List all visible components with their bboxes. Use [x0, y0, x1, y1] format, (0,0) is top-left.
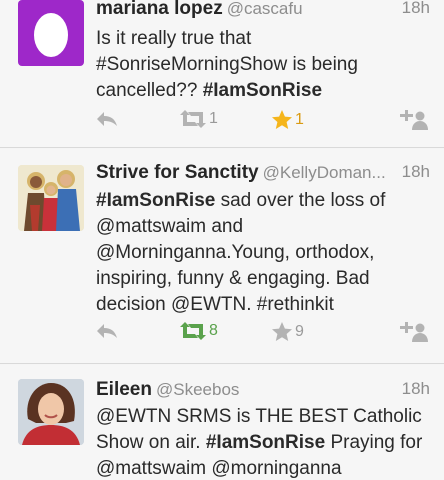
follow-button[interactable]	[400, 322, 428, 342]
timestamp: 18h	[401, 379, 430, 398]
reply-icon	[97, 112, 117, 126]
retweet-button[interactable]: 1	[180, 110, 218, 128]
retweet-icon	[180, 322, 206, 340]
hashtag[interactable]: #IamSonRise	[206, 432, 325, 453]
favorite-button[interactable]: 1	[272, 110, 304, 130]
tweet-text: Is it really true that #SonriseMorningSh…	[96, 28, 358, 101]
user-handle: @Skeebos	[155, 380, 240, 399]
retweet-count: 1	[209, 110, 218, 127]
tweet-1[interactable]: mariana lopez @cascafu 18h Is it really t…	[0, 0, 444, 148]
favorite-count: 9	[295, 323, 304, 340]
favorite-button[interactable]: 9	[272, 322, 304, 342]
add-user-icon	[400, 110, 428, 130]
reply-icon	[97, 324, 117, 338]
reply-button[interactable]	[96, 322, 118, 340]
reply-button[interactable]	[96, 110, 118, 128]
user-handle: @cascafu	[226, 0, 303, 18]
avatar[interactable]	[18, 0, 84, 66]
timestamp: 18h	[401, 0, 430, 17]
tweet-3[interactable]: Eileen @Skeebos 18h @EWTN SRMS is THE BES…	[0, 365, 444, 480]
retweet-count: 8	[209, 322, 218, 339]
timestamp: 18h	[401, 162, 430, 181]
star-icon	[272, 110, 292, 129]
star-icon	[272, 322, 292, 341]
user-name[interactable]: Strive for Sanctity @KellyDoman...	[96, 162, 386, 184]
holy-family-avatar-icon	[18, 165, 84, 231]
retweet-icon	[180, 110, 206, 128]
hashtag[interactable]: #IamSonRise	[96, 190, 215, 211]
user-name[interactable]: Eileen @Skeebos	[96, 379, 239, 401]
user-name[interactable]: mariana lopez @cascafu	[96, 0, 303, 20]
avatar[interactable]	[18, 165, 84, 231]
egg-avatar-icon	[34, 13, 68, 57]
tweet-text: #IamSonRise sad over the loss of @mattsw…	[96, 190, 386, 315]
follow-button[interactable]	[400, 110, 428, 130]
tweet-2[interactable]: Strive for Sanctity @KellyDoman... 18h #I…	[0, 149, 444, 364]
user-handle: @KellyDoman...	[262, 163, 386, 182]
avatar[interactable]	[18, 379, 84, 445]
hashtag[interactable]: #IamSonRise	[203, 80, 322, 101]
tweet-text: @EWTN SRMS is THE BEST Catholic Show on …	[96, 406, 423, 479]
add-user-icon	[400, 322, 428, 342]
woman-avatar-icon	[18, 379, 84, 445]
favorite-count: 1	[295, 111, 304, 128]
retweet-button[interactable]: 8	[180, 322, 218, 340]
